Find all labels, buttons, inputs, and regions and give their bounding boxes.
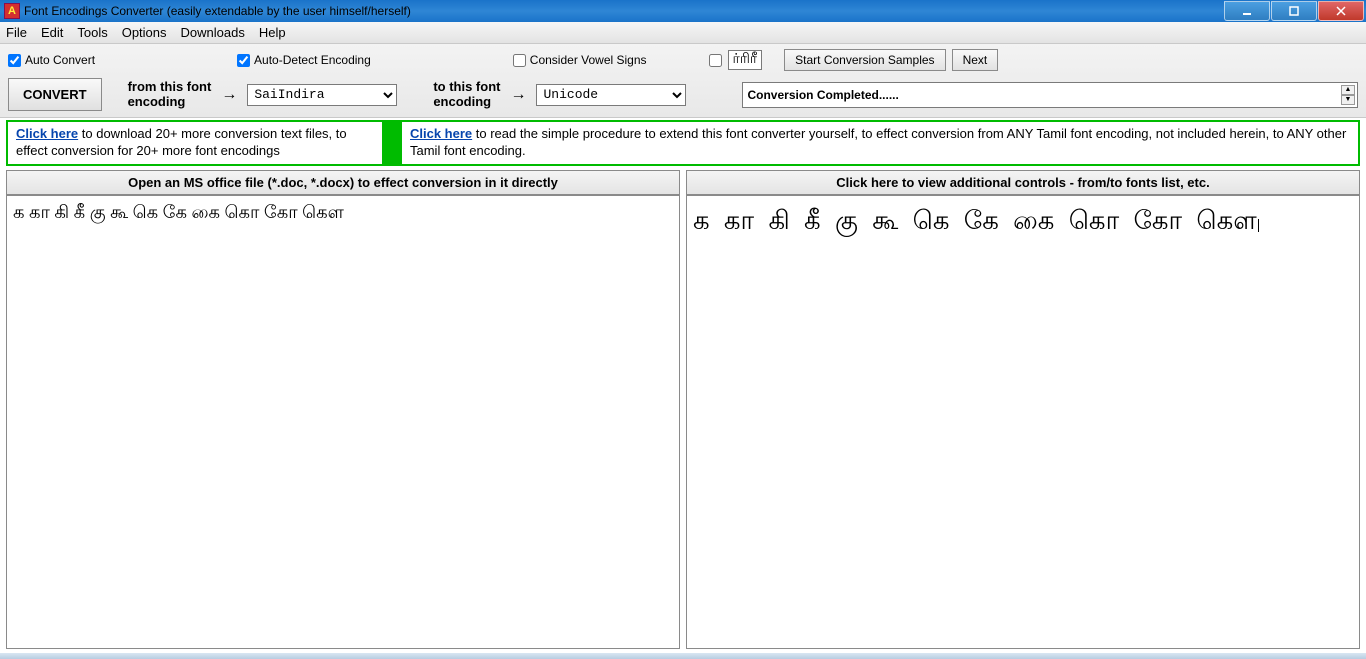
menu-tools[interactable]: Tools [77,25,107,40]
text-cursor [1258,219,1259,232]
auto-detect-label: Auto-Detect Encoding [254,53,371,67]
auto-convert-label: Auto Convert [25,53,95,67]
chevron-down-icon[interactable]: ▼ [1341,95,1355,105]
menu-file[interactable]: File [6,25,27,40]
app-icon: A [4,3,20,19]
info-extend-cell: Click here to read the simple procedure … [400,120,1360,166]
menu-options[interactable]: Options [122,25,167,40]
from-encoding-label: from this font encoding [128,80,212,109]
auto-detect-input[interactable] [237,54,250,67]
extend-link[interactable]: Click here [410,126,472,141]
taskbar [0,653,1366,659]
right-pane-header[interactable]: Click here to view additional controls -… [686,170,1360,195]
right-pane: Click here to view additional controls -… [686,170,1360,649]
arrow-icon: → [217,86,241,104]
minimize-button[interactable] [1224,1,1270,21]
output-textarea[interactable]: க கா கி கீ கு கூ கெ கே கை கொ கோ கௌ [686,195,1360,649]
start-samples-button[interactable]: Start Conversion Samples [784,49,945,71]
close-button[interactable] [1318,1,1364,21]
info-bar: Click here to download 20+ more conversi… [6,120,1360,166]
info-download-cell: Click here to download 20+ more conversi… [6,120,384,166]
source-text: க கா கி கீ கு கூ கெ கே கை கொ கோ கௌ [13,200,673,225]
sample-glyph-input[interactable] [709,54,722,67]
minimize-icon [1242,6,1252,16]
consider-vowel-checkbox[interactable]: Consider Vowel Signs [513,53,647,67]
auto-convert-input[interactable] [8,54,21,67]
from-encoding-select[interactable]: SaiIndira [247,84,397,106]
status-box: Conversion Completed...... ▲ ▼ [742,82,1358,108]
chevron-up-icon[interactable]: ▲ [1341,85,1355,95]
download-link[interactable]: Click here [16,126,78,141]
menu-edit[interactable]: Edit [41,25,63,40]
status-spinner[interactable]: ▲ ▼ [1341,85,1355,105]
consider-vowel-label: Consider Vowel Signs [530,53,647,67]
next-button[interactable]: Next [952,49,999,71]
maximize-button[interactable] [1271,1,1317,21]
info-separator [384,120,400,166]
status-text: Conversion Completed...... [747,88,898,102]
panes-container: Open an MS office file (*.doc, *.docx) t… [0,170,1366,649]
toolbar: Auto Convert Auto-Detect Encoding Consid… [0,44,1366,118]
arrow-icon: → [506,86,530,104]
menu-help[interactable]: Help [259,25,286,40]
close-icon [1336,6,1346,16]
window-controls [1223,1,1364,21]
menu-bar: File Edit Tools Options Downloads Help [0,22,1366,44]
title-bar: A Font Encodings Converter (easily exten… [0,0,1366,22]
source-textarea[interactable]: க கா கி கீ கு கூ கெ கே கை கொ கோ கௌ [6,195,680,649]
maximize-icon [1289,6,1299,16]
left-pane: Open an MS office file (*.doc, *.docx) t… [6,170,680,649]
output-text: க கா கி கீ கு கூ கெ கே கை கொ கோ கௌ [693,206,1257,235]
sample-glyph-display: ர்ரிரீ [728,50,763,70]
to-encoding-label: to this font encoding [433,80,500,109]
auto-detect-checkbox[interactable]: Auto-Detect Encoding [237,53,371,67]
left-pane-header[interactable]: Open an MS office file (*.doc, *.docx) t… [6,170,680,195]
window-title: Font Encodings Converter (easily extenda… [24,4,411,18]
auto-convert-checkbox[interactable]: Auto Convert [8,53,95,67]
consider-vowel-input[interactable] [513,54,526,67]
sample-glyph-checkbox[interactable] [709,54,722,67]
convert-button[interactable]: CONVERT [8,78,102,111]
extend-text: to read the simple procedure to extend t… [410,126,1346,158]
to-encoding-select[interactable]: Unicode [536,84,686,106]
menu-downloads[interactable]: Downloads [181,25,245,40]
